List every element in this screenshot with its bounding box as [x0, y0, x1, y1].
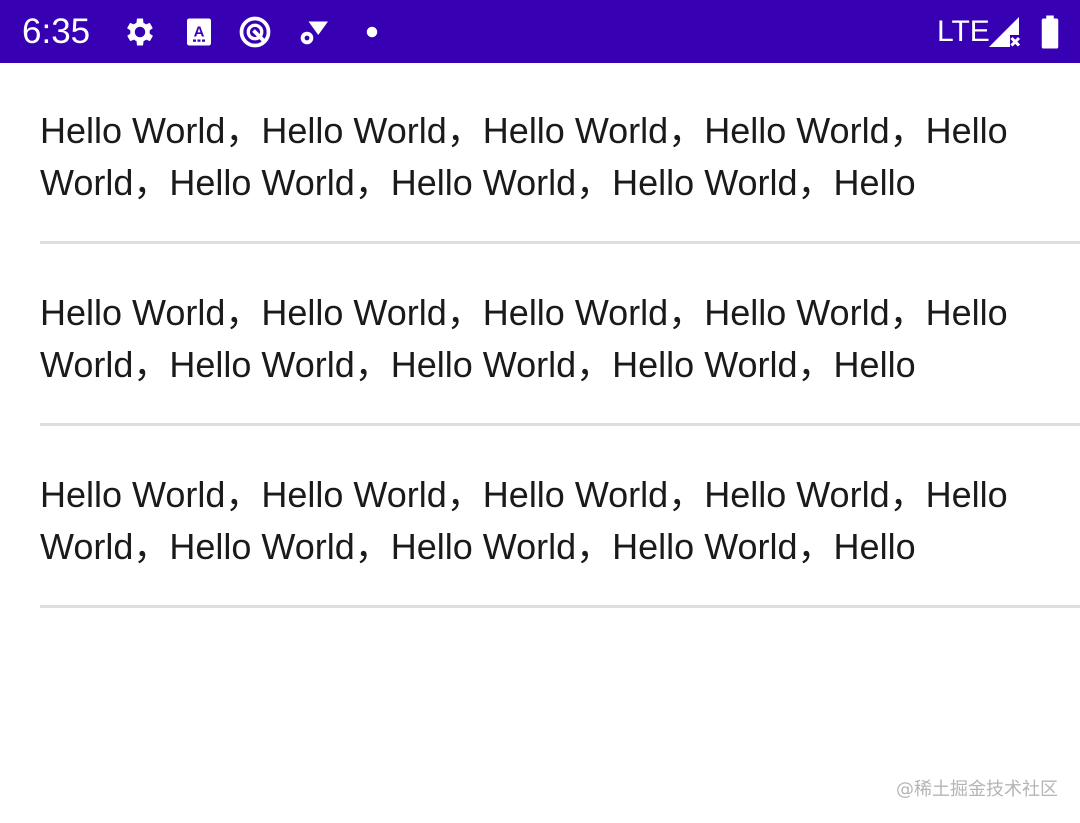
- circle-slash-icon: [237, 14, 273, 50]
- battery-icon: [1032, 14, 1068, 50]
- dot-icon: [354, 14, 390, 50]
- divider: [40, 241, 1080, 244]
- wifi-gear-icon: [295, 14, 331, 50]
- list-item[interactable]: Hello World，Hello World，Hello World，Hell…: [40, 245, 1080, 427]
- status-bar: 6:35 A LTE: [0, 0, 1080, 63]
- list-item[interactable]: Hello World，Hello World，Hello World，Hell…: [40, 63, 1080, 245]
- watermark: @稀土掘金技术社区: [896, 779, 1058, 800]
- svg-text:A: A: [194, 24, 205, 41]
- network-type: LTE: [937, 15, 990, 48]
- status-time: 6:35: [22, 12, 91, 51]
- list-item-text: Hello World，Hello World，Hello World，Hell…: [40, 292, 1008, 385]
- divider: [40, 423, 1080, 426]
- list-item[interactable]: Hello World，Hello World，Hello World，Hell…: [40, 427, 1080, 609]
- list-container: Hello World，Hello World，Hello World，Hell…: [0, 63, 1080, 609]
- list-item-text: Hello World，Hello World，Hello World，Hell…: [40, 474, 1008, 567]
- list-item-text: Hello World，Hello World，Hello World，Hell…: [40, 110, 1008, 203]
- signal-off-icon: [986, 14, 1022, 50]
- font-a-icon: A: [181, 14, 217, 50]
- gear-icon: [122, 14, 158, 50]
- divider: [40, 605, 1080, 608]
